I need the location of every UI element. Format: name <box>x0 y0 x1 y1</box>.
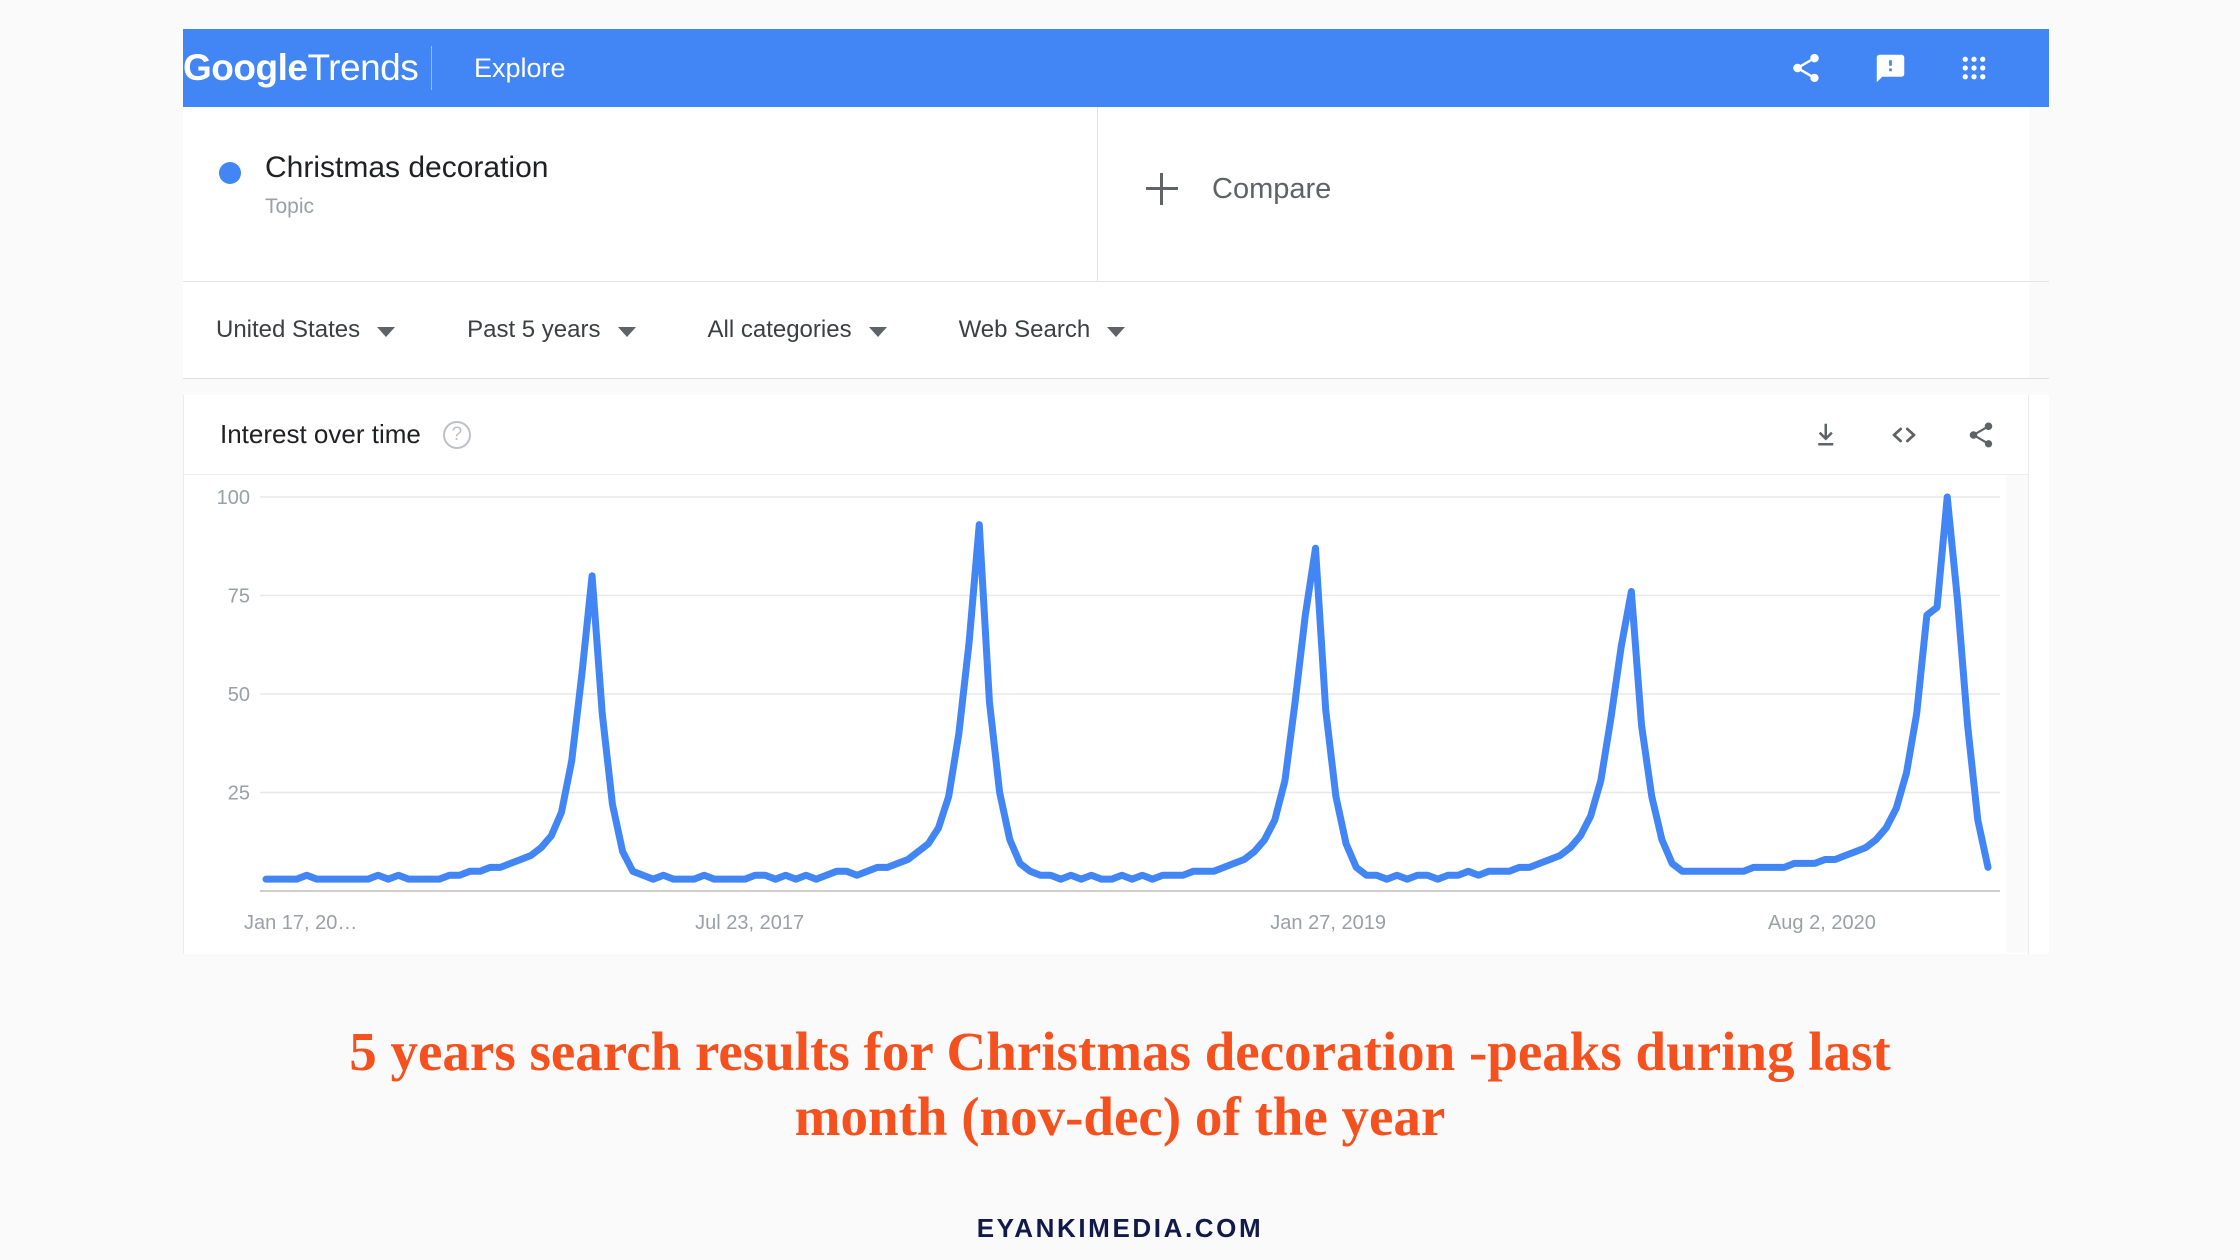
search-term-label: Christmas decoration <box>265 151 549 184</box>
google-trends-logo[interactable]: GoogleTrends <box>183 29 431 107</box>
interest-over-time-chart[interactable]: 100 75 50 25 Jan 17, 20… Jul 23, 2017 Jan 27, … <box>184 475 2028 953</box>
plus-icon <box>1146 173 1178 205</box>
brand-trends-text: Trends <box>307 47 419 88</box>
share-icon[interactable] <box>1787 49 1825 87</box>
chevron-down-icon <box>617 326 636 337</box>
share-icon[interactable] <box>1964 418 1998 452</box>
x-axis-tick-label: Jan 27, 2019 <box>1270 912 1386 934</box>
apps-grid-icon[interactable] <box>1955 49 1993 87</box>
series-color-dot <box>219 162 241 184</box>
filter-time-range[interactable]: Past 5 years <box>467 316 636 344</box>
google-trends-screenshot: GoogleTrends Explore Christmas decoratio… <box>183 29 2049 954</box>
filter-region-label: United States <box>216 316 361 343</box>
top-app-bar: GoogleTrends Explore <box>183 29 2049 107</box>
chevron-down-icon <box>1107 326 1126 337</box>
caption-line-2: month (nov-dec) of the year <box>794 1085 1446 1147</box>
card-actions <box>1810 418 1998 452</box>
download-csv-icon[interactable] <box>1810 418 1844 452</box>
filter-region[interactable]: United States <box>216 316 396 344</box>
feedback-icon[interactable] <box>1871 49 1909 87</box>
x-axis-tick-label: Aug 2, 2020 <box>1768 912 1876 934</box>
filter-category-label: All categories <box>707 316 852 343</box>
filter-time-range-label: Past 5 years <box>467 316 601 343</box>
card-header: Interest over time ? <box>184 395 2028 475</box>
y-axis-tick-label: 50 <box>228 684 250 706</box>
trend-line-series[interactable] <box>262 493 1992 883</box>
x-axis-tick-label: Jan 17, 20… <box>244 912 357 934</box>
add-comparison-button[interactable]: Compare <box>1098 107 2049 281</box>
search-term-card[interactable]: Christmas decoration Topic <box>183 107 1098 281</box>
brand-google-text: Google <box>183 47 308 88</box>
header-divider <box>431 46 432 90</box>
y-axis-tick-label: 25 <box>228 783 250 805</box>
x-axis-tick-label: Jul 23, 2017 <box>695 912 804 934</box>
caption-line-1: 5 years search results for Christmas dec… <box>349 1021 1891 1082</box>
chevron-down-icon <box>377 326 396 337</box>
interest-over-time-card: Interest over time ? 100 75 50 25 Jan 17… <box>183 395 2029 954</box>
chevron-down-icon <box>868 326 887 337</box>
site-watermark: EYANKIMEDIA.COM <box>976 1213 1264 1243</box>
card-right-edge <box>2006 475 2028 953</box>
search-term-type: Topic <box>265 195 315 219</box>
filter-search-type[interactable]: Web Search <box>959 316 1126 344</box>
trend-line-chart[interactable]: 100 75 50 25 Jan 17, 20… Jul 23, 2017 Jan 27, … <box>184 475 2028 953</box>
card-title: Interest over time <box>220 419 421 449</box>
header-actions <box>1787 49 1993 87</box>
y-axis-tick-label: 100 <box>217 487 250 509</box>
search-term-text-block: Christmas decoration Topic <box>265 150 548 219</box>
nav-explore[interactable]: Explore <box>474 53 566 84</box>
compare-label: Compare <box>1212 172 1332 205</box>
brand-text: GoogleTrends <box>183 47 419 89</box>
y-axis-tick-label: 75 <box>228 586 250 608</box>
caption-text: 5 years search results for Christmas dec… <box>0 1020 2240 1150</box>
filter-search-type-label: Web Search <box>958 316 1091 343</box>
filter-bar: United States Past 5 years All categorie… <box>183 282 2049 379</box>
help-icon[interactable]: ? <box>442 420 471 449</box>
query-row: Christmas decoration Topic Compare <box>183 107 2049 282</box>
embed-code-icon[interactable] <box>1887 418 1921 452</box>
section-gap <box>183 379 2049 395</box>
filter-category[interactable]: All categories <box>708 316 887 344</box>
